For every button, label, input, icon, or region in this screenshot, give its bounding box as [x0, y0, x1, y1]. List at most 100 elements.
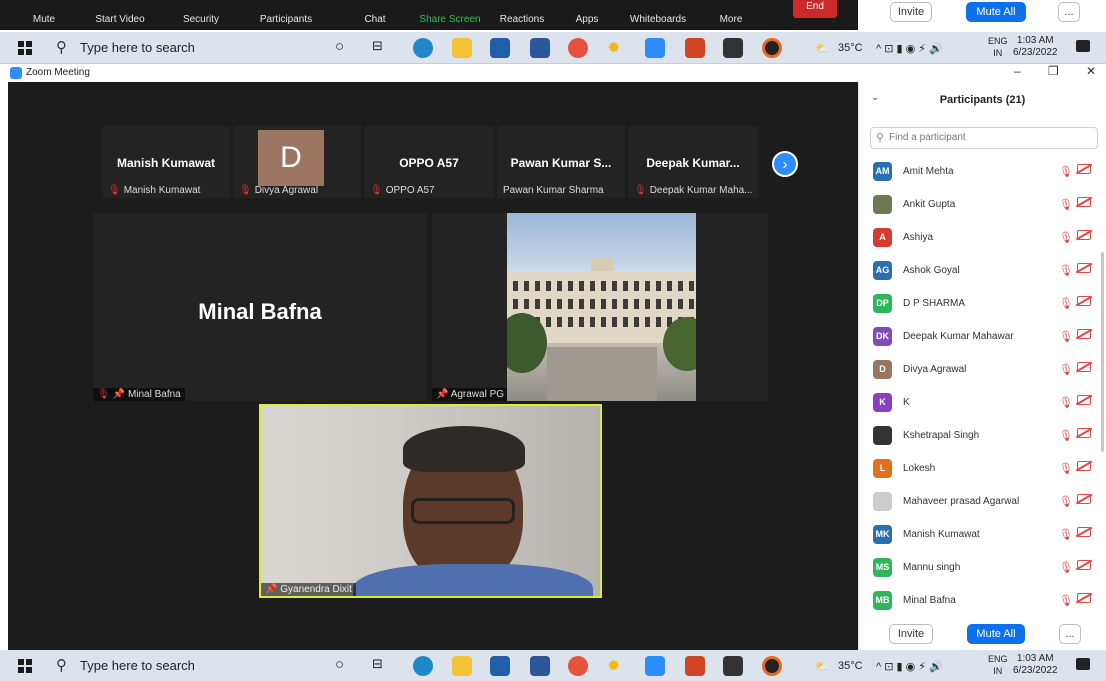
video-off-icon[interactable] — [1077, 593, 1091, 603]
file-explorer-icon[interactable] — [452, 38, 472, 58]
task-view-icon[interactable]: ⊟ — [372, 38, 392, 58]
video-off-icon[interactable] — [1077, 560, 1091, 570]
video-off-icon[interactable] — [1077, 164, 1091, 174]
participant-row[interactable]: Mahaveer prasad Agarwal 🎙 — [859, 486, 1106, 519]
weather-app-icon[interactable]: ✹ — [607, 38, 627, 58]
task-view-icon[interactable]: ⊟ — [372, 656, 392, 676]
chrome-icon[interactable] — [568, 38, 588, 58]
video-off-icon[interactable] — [1077, 197, 1091, 207]
mic-muted-icon[interactable]: 🎙 — [1059, 165, 1073, 178]
mute-all-button[interactable]: Mute All — [967, 624, 1025, 644]
video-editor-icon[interactable] — [723, 38, 743, 58]
mic-muted-icon[interactable]: 🎙 — [1059, 528, 1073, 541]
powerpoint-icon[interactable] — [685, 656, 705, 676]
edge-icon[interactable] — [413, 656, 433, 676]
video-editor-icon[interactable] — [723, 656, 743, 676]
mail-icon[interactable] — [490, 656, 510, 676]
system-tray-icons[interactable]: ^ ⊡ ▮ ◉ ⚡ 🔊 — [876, 42, 943, 55]
participant-row[interactable]: DP D P SHARMA 🎙 — [859, 288, 1106, 321]
windows-start-icon[interactable] — [18, 41, 32, 55]
video-tile-oppo[interactable]: OPPO A57 🎙 OPPO A57 — [364, 126, 494, 198]
video-off-icon[interactable] — [1077, 263, 1091, 273]
toolbar-mute-button[interactable]: Mute — [33, 14, 55, 25]
restore-button[interactable]: ❐ — [1048, 64, 1059, 78]
toolbar-chat-button[interactable]: Chat — [364, 14, 385, 25]
video-tile-deepak[interactable]: Deepak Kumar... 🎙 Deepak Kumar Maha... — [628, 126, 758, 198]
video-off-icon[interactable] — [1077, 395, 1091, 405]
next-page-arrow-icon[interactable]: › — [772, 151, 798, 177]
mic-muted-icon[interactable]: 🎙 — [1059, 330, 1073, 343]
video-off-icon[interactable] — [1077, 461, 1091, 471]
video-tile-minal[interactable]: Minal Bafna 🎙 📌 Minal Bafna — [93, 213, 427, 401]
mail-icon[interactable] — [490, 38, 510, 58]
invite-button[interactable]: Invite — [889, 624, 933, 644]
participant-row[interactable]: K K 🎙 — [859, 387, 1106, 420]
participant-list-scrollbar[interactable] — [1101, 252, 1104, 452]
search-icon[interactable]: ⚲ — [56, 656, 67, 674]
video-off-icon[interactable] — [1077, 230, 1091, 240]
active-speaker-tile[interactable]: 📌 Gyanendra Dixit — [259, 404, 602, 598]
more-options-button[interactable]: ... — [1059, 624, 1081, 644]
toolbar-reactions-button[interactable]: Reactions — [500, 14, 544, 25]
mic-muted-icon[interactable]: 🎙 — [1059, 396, 1073, 409]
toolbar-share-screen-button[interactable]: Share Screen — [419, 14, 480, 25]
participant-row[interactable]: MB Minal Bafna 🎙 — [859, 585, 1106, 618]
toolbar-more-button[interactable]: More — [720, 14, 743, 25]
cortana-icon[interactable]: ○ — [335, 656, 355, 676]
toolbar-whiteboards-button[interactable]: Whiteboards — [630, 14, 686, 25]
mic-muted-icon[interactable]: 🎙 — [1059, 561, 1073, 574]
participant-row[interactable]: AG Ashok Goyal 🎙 — [859, 255, 1106, 288]
toolbar-participants-button[interactable]: Participants — [260, 14, 312, 25]
participant-row[interactable]: L Lokesh 🎙 — [859, 453, 1106, 486]
participant-row[interactable]: MS Mannu singh 🎙 — [859, 552, 1106, 585]
participant-row[interactable]: Kshetrapal Singh 🎙 — [859, 420, 1106, 453]
system-tray-icons[interactable]: ^ ⊡ ▮ ◉ ⚡ 🔊 — [876, 660, 943, 673]
mic-muted-icon[interactable]: 🎙 — [1059, 297, 1073, 310]
video-tile-manish[interactable]: Manish Kumawat 🎙 Manish Kumawat — [102, 126, 230, 198]
windows-start-icon[interactable] — [18, 659, 32, 673]
participant-row[interactable]: DK Deepak Kumar Mahawar 🎙 — [859, 321, 1106, 354]
toolbar-apps-button[interactable]: Apps — [576, 14, 599, 25]
cortana-icon[interactable]: ○ — [335, 38, 355, 58]
mic-muted-icon[interactable]: 🎙 — [1059, 363, 1073, 376]
end-meeting-button[interactable]: End — [793, 0, 837, 18]
language-indicator[interactable]: ENG IN — [988, 35, 1008, 59]
video-off-icon[interactable] — [1077, 494, 1091, 504]
participant-row[interactable]: A Ashiya 🎙 — [859, 222, 1106, 255]
weather-app-icon[interactable]: ✹ — [607, 656, 627, 676]
video-off-icon[interactable] — [1077, 362, 1091, 372]
search-icon[interactable]: ⚲ — [56, 38, 67, 56]
mute-all-button-top[interactable]: Mute All — [966, 2, 1026, 22]
toolbar-start-video-button[interactable]: Start Video — [95, 14, 144, 25]
notification-icon[interactable] — [1076, 658, 1090, 670]
mic-muted-icon[interactable]: 🎙 — [1059, 594, 1073, 607]
participant-row[interactable]: AM Amit Mehta 🎙 — [859, 156, 1106, 189]
video-off-icon[interactable] — [1077, 329, 1091, 339]
participant-row[interactable]: MK Manish Kumawat 🎙 — [859, 519, 1106, 552]
video-off-icon[interactable] — [1077, 296, 1091, 306]
toolbar-security-button[interactable]: Security — [183, 14, 219, 25]
invite-button-top[interactable]: Invite — [890, 2, 932, 22]
mic-muted-icon[interactable]: 🎙 — [1059, 264, 1073, 277]
zoom-app-icon[interactable] — [645, 656, 665, 676]
language-indicator[interactable]: ENG IN — [988, 653, 1008, 677]
file-explorer-icon[interactable] — [452, 656, 472, 676]
participant-row[interactable]: D Divya Agrawal 🎙 — [859, 354, 1106, 387]
mic-muted-icon[interactable]: 🎙 — [1059, 231, 1073, 244]
mic-muted-icon[interactable]: 🎙 — [1059, 429, 1073, 442]
zoom-app-icon[interactable] — [645, 38, 665, 58]
media-player-icon[interactable] — [762, 656, 782, 676]
video-off-icon[interactable] — [1077, 428, 1091, 438]
notification-icon[interactable] — [1076, 40, 1090, 52]
taskbar-clock[interactable]: 1:03 AM 6/23/2022 — [1013, 653, 1058, 677]
word-icon[interactable] — [530, 656, 550, 676]
powerpoint-icon[interactable] — [685, 38, 705, 58]
close-button[interactable]: ✕ — [1086, 64, 1096, 78]
more-options-button-top[interactable]: ... — [1058, 2, 1080, 22]
video-tile-pawan[interactable]: Pawan Kumar S... Pawan Kumar Sharma — [497, 126, 625, 198]
edge-icon[interactable] — [413, 38, 433, 58]
taskbar-clock[interactable]: 1:03 AM 6/23/2022 — [1013, 35, 1058, 59]
mic-muted-icon[interactable]: 🎙 — [1059, 462, 1073, 475]
chrome-icon[interactable] — [568, 656, 588, 676]
mic-muted-icon[interactable]: 🎙 — [1059, 495, 1073, 508]
